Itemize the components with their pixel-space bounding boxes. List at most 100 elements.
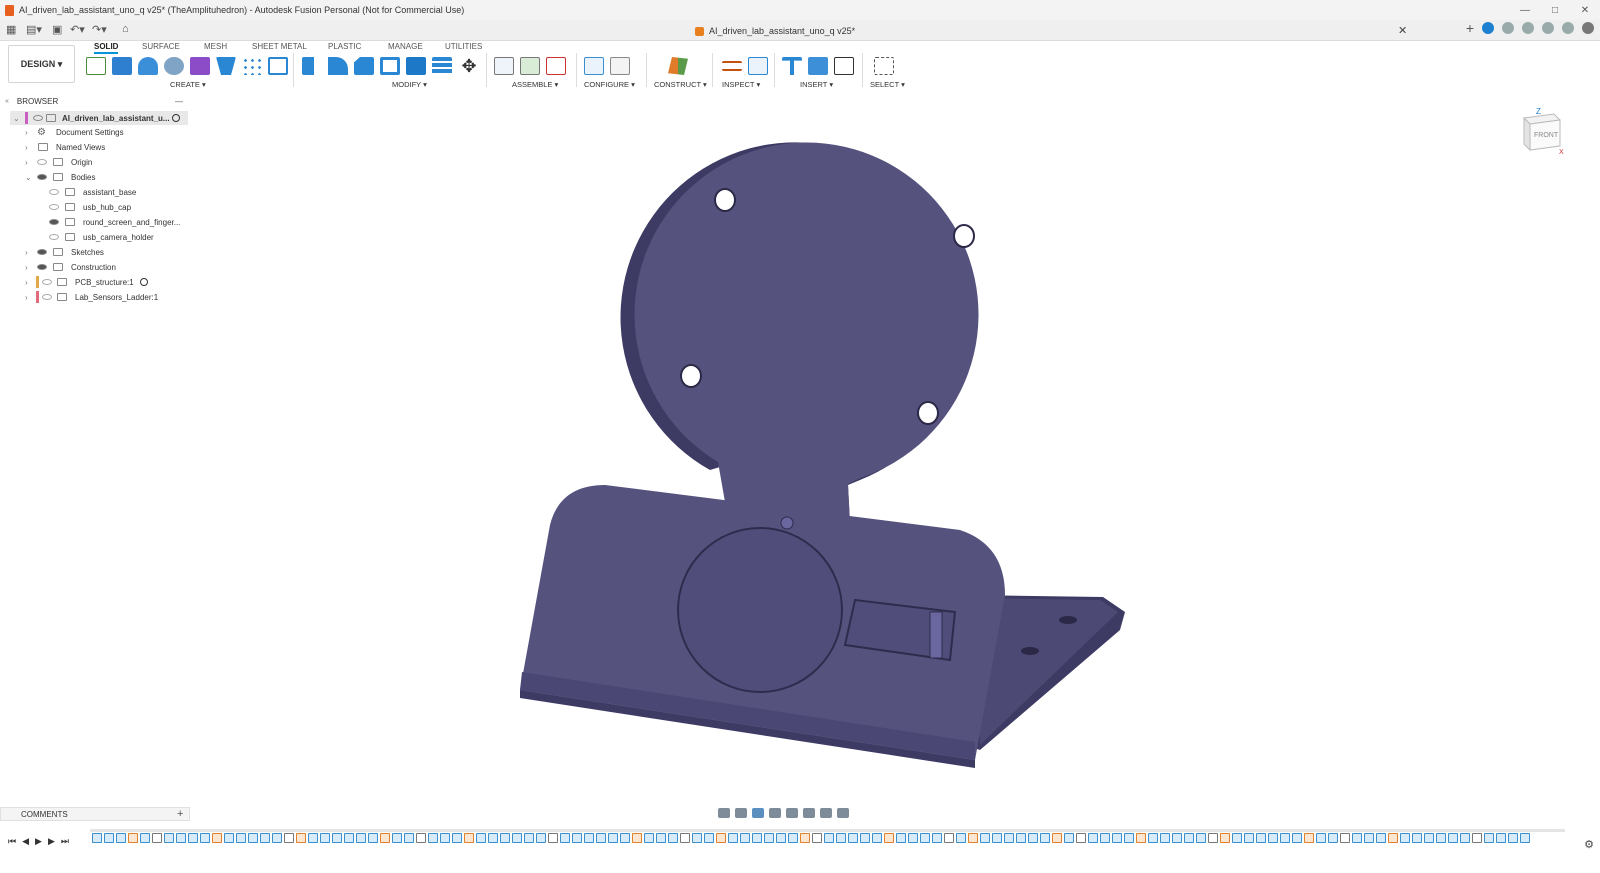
timeline-feature-icon[interactable]: [1244, 833, 1254, 843]
timeline-feature-icon[interactable]: [1004, 833, 1014, 843]
create-form-icon[interactable]: [190, 57, 210, 75]
timeline-feature-icon[interactable]: [272, 833, 282, 843]
timeline-feature-icon[interactable]: [140, 833, 150, 843]
offset-plane-icon[interactable]: [668, 57, 688, 75]
timeline-feature-icon[interactable]: [680, 833, 690, 843]
inspect-menu[interactable]: INSPECT ▾: [722, 80, 760, 89]
timeline-feature-icon[interactable]: [800, 833, 810, 843]
timeline-feature-icon[interactable]: [1208, 833, 1218, 843]
hidden-eye-icon[interactable]: [49, 189, 59, 195]
timeline-feature-icon[interactable]: [884, 833, 894, 843]
insert-svg-icon[interactable]: [834, 57, 854, 75]
timeline-feature-icon[interactable]: [932, 833, 942, 843]
job-status-icon[interactable]: [1482, 22, 1494, 34]
browser-item-bodies[interactable]: ⌄ Bodies: [0, 170, 190, 184]
expand-arrow-icon[interactable]: ›: [25, 278, 28, 287]
viewcube[interactable]: Z FRONT X: [1520, 104, 1564, 156]
timeline-feature-icon[interactable]: [320, 833, 330, 843]
visibility-eye-icon[interactable]: [37, 174, 47, 180]
timeline-feature-icon[interactable]: [752, 833, 762, 843]
browser-item-body[interactable]: assistant_base: [0, 185, 190, 199]
timeline-feature-icon[interactable]: [896, 833, 906, 843]
timeline-feature-icon[interactable]: [1400, 833, 1410, 843]
timeline-feature-icon[interactable]: [1052, 833, 1062, 843]
go-to-start-icon[interactable]: ⏮: [8, 836, 16, 847]
revolve-icon[interactable]: [138, 57, 158, 75]
measure-icon[interactable]: [722, 61, 742, 71]
timeline-feature-icon[interactable]: [1340, 833, 1350, 843]
online-status-icon[interactable]: [1522, 22, 1534, 34]
timeline-feature-icon[interactable]: [776, 833, 786, 843]
timeline-feature-icon[interactable]: [608, 833, 618, 843]
add-comment-icon[interactable]: +: [177, 808, 183, 820]
timeline-feature-icon[interactable]: [992, 833, 1002, 843]
timeline-feature-icon[interactable]: [1376, 833, 1386, 843]
close-icon[interactable]: ✕: [1570, 0, 1600, 20]
timeline-feature-icon[interactable]: [1028, 833, 1038, 843]
timeline-feature-icon[interactable]: [212, 833, 222, 843]
timeline-feature-icon[interactable]: [1088, 833, 1098, 843]
timeline-feature-icon[interactable]: [104, 833, 114, 843]
timeline-feature-icon[interactable]: [764, 833, 774, 843]
timeline-feature-icon[interactable]: [1436, 833, 1446, 843]
timeline-feature-icon[interactable]: [1076, 833, 1086, 843]
timeline-feature-icon[interactable]: [716, 833, 726, 843]
tab-manage[interactable]: MANAGE: [388, 42, 423, 51]
configure-table-icon[interactable]: [584, 57, 604, 75]
tab-sheet-metal[interactable]: SHEET METAL: [252, 42, 307, 51]
hole-icon[interactable]: [164, 57, 184, 75]
grid-settings-icon[interactable]: [820, 808, 832, 818]
timeline-feature-icon[interactable]: [572, 833, 582, 843]
close-tab-icon[interactable]: ✕: [1398, 24, 1407, 37]
timeline-feature-icon[interactable]: [1496, 833, 1506, 843]
timeline-feature-icon[interactable]: [1160, 833, 1170, 843]
tab-mesh[interactable]: MESH: [204, 42, 227, 51]
timeline-feature-icon[interactable]: [704, 833, 714, 843]
timeline-feature-icon[interactable]: [200, 833, 210, 843]
orbit-icon[interactable]: [718, 808, 730, 818]
timeline-feature-icon[interactable]: [1220, 833, 1230, 843]
timeline-feature-icon[interactable]: [1172, 833, 1182, 843]
timeline-feature-icon[interactable]: [1448, 833, 1458, 843]
tab-utilities[interactable]: UTILITIES: [445, 42, 482, 51]
insert-derive-icon[interactable]: [782, 57, 802, 75]
modify-menu[interactable]: MODIFY ▾: [392, 80, 427, 89]
extensions-icon[interactable]: [1502, 22, 1514, 34]
timeline-feature-icon[interactable]: [368, 833, 378, 843]
timeline-feature-icon[interactable]: [524, 833, 534, 843]
browser-item-origin[interactable]: › Origin: [0, 155, 190, 169]
timeline-feature-icon[interactable]: [560, 833, 570, 843]
timeline-feature-icon[interactable]: [836, 833, 846, 843]
shell-icon[interactable]: [380, 57, 400, 75]
timeline-feature-icon[interactable]: [956, 833, 966, 843]
timeline-feature-icon[interactable]: [296, 833, 306, 843]
hidden-eye-icon[interactable]: [42, 294, 52, 300]
workspace-switcher[interactable]: DESIGN ▾: [8, 45, 75, 83]
visibility-eye-icon[interactable]: [37, 249, 47, 255]
create-menu[interactable]: CREATE ▾: [170, 80, 206, 89]
timeline-feature-icon[interactable]: [848, 833, 858, 843]
timeline-feature-icon[interactable]: [536, 833, 546, 843]
timeline-feature-icon[interactable]: [452, 833, 462, 843]
timeline-feature-icon[interactable]: [176, 833, 186, 843]
timeline-feature-icon[interactable]: [1484, 833, 1494, 843]
timeline-feature-icon[interactable]: [116, 833, 126, 843]
timeline-feature-icon[interactable]: [980, 833, 990, 843]
timeline-feature-icon[interactable]: [332, 833, 342, 843]
timeline-settings-icon[interactable]: ⚙: [1584, 838, 1594, 851]
browser-item-lab-sensors-ladder[interactable]: › Lab_Sensors_Ladder:1: [0, 290, 190, 304]
hidden-eye-icon[interactable]: [37, 159, 47, 165]
timeline-feature-icon[interactable]: [344, 833, 354, 843]
timeline-feature-icon[interactable]: [1196, 833, 1206, 843]
home-icon[interactable]: ⌂: [122, 23, 129, 35]
new-tab-icon[interactable]: +: [1466, 21, 1474, 35]
expand-arrow-icon[interactable]: ›: [25, 128, 28, 137]
timeline-feature-icon[interactable]: [1472, 833, 1482, 843]
timeline-feature-icon[interactable]: [512, 833, 522, 843]
timeline-feature-icon[interactable]: [1112, 833, 1122, 843]
as-built-joint-icon[interactable]: [546, 57, 566, 75]
timeline-feature-icon[interactable]: [1412, 833, 1422, 843]
timeline-feature-icon[interactable]: [644, 833, 654, 843]
document-tab[interactable]: AI_driven_lab_assistant_uno_q v25*: [695, 23, 855, 39]
notifications-icon[interactable]: [1542, 22, 1554, 34]
